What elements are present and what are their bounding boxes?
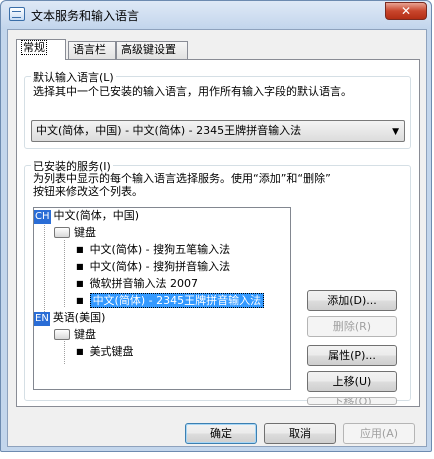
tree-item-label: 美式键盘 xyxy=(89,345,134,358)
keyboard-label: 键盘 xyxy=(74,226,96,239)
installed-services-tree[interactable]: CH 中文(简体，中国) 键盘 ■ 中文(简体) - 搜狗五笔输入法 ■ 中文(简体)… xyxy=(33,207,291,390)
chevron-down-icon: ▼ xyxy=(392,127,399,137)
tree-item-selected[interactable]: ■ 中文(简体) - 2345王牌拼音输入法 xyxy=(76,293,265,309)
window-title: 文本服务和输入语言 xyxy=(31,9,140,23)
default-language-label: 默认输入语言(L) xyxy=(31,69,116,85)
tree-line xyxy=(64,240,65,307)
tree-keyboard-english[interactable]: 键盘 xyxy=(54,327,96,343)
tree-lang-english[interactable]: EN 英语(美国) xyxy=(34,310,105,326)
tree-item-label: 中文(简体) - 搜狗五笔输入法 xyxy=(89,243,231,256)
properties-button[interactable]: 属性(P)... xyxy=(307,345,397,366)
ch-language-icon: CH xyxy=(34,210,51,224)
keyboard-app-icon xyxy=(9,7,25,21)
move-down-button[interactable]: 下移(O) xyxy=(307,397,397,405)
dialog-window: 文本服务和输入语言 ✕ 常规 语言栏 高级键设置 默认输入语言(L) 选择其中一… xyxy=(0,0,432,452)
dialog-client-area: 常规 语言栏 高级键设置 默认输入语言(L) 选择其中一个已安装的输入语言，用作… xyxy=(7,29,427,447)
move-up-button[interactable]: 上移(U) xyxy=(307,371,397,392)
tab-advanced-key-settings[interactable]: 高级键设置 xyxy=(116,41,188,59)
title-bar[interactable]: 文本服务和输入语言 ✕ xyxy=(1,1,431,29)
default-language-value: 中文(简体，中国) - 中文(简体) - 2345王牌拼音输入法 xyxy=(36,124,302,137)
keyboard-label: 键盘 xyxy=(74,328,96,341)
en-language-icon: EN xyxy=(34,312,50,326)
tree-item[interactable]: ■ 中文(简体) - 搜狗拼音输入法 xyxy=(76,259,230,275)
keyboard-icon xyxy=(54,328,70,340)
bullet-icon: ■ xyxy=(76,262,84,271)
bullet-icon: ■ xyxy=(76,347,84,356)
bullet-icon: ■ xyxy=(76,245,84,254)
tree-item[interactable]: ■ 微软拼音输入法 2007 xyxy=(76,276,198,292)
tab-page-general: 默认输入语言(L) 选择其中一个已安装的输入语言，用作所有输入字段的默认语言。 … xyxy=(16,59,420,407)
default-language-description: 选择其中一个已安装的输入语言，用作所有输入字段的默认语言。 xyxy=(33,85,352,98)
tree-item-label: 中文(简体) - 搜狗拼音输入法 xyxy=(89,260,231,273)
bullet-icon: ■ xyxy=(76,279,84,288)
tree-item[interactable]: ■ 美式键盘 xyxy=(76,344,134,360)
tab-language-bar[interactable]: 语言栏 xyxy=(68,41,116,59)
bullet-icon: ■ xyxy=(76,296,84,305)
tab-general[interactable]: 常规 xyxy=(16,39,66,60)
keyboard-icon xyxy=(54,226,70,238)
default-language-select[interactable]: 中文(简体，中国) - 中文(简体) - 2345王牌拼音输入法 ▼ xyxy=(31,120,405,142)
remove-button[interactable]: 删除(R) xyxy=(307,316,397,337)
tree-line xyxy=(44,222,45,322)
add-button[interactable]: 添加(D)... xyxy=(307,290,397,311)
tree-keyboard-chinese[interactable]: 键盘 xyxy=(54,225,96,241)
lang-label: 中文(简体，中国) xyxy=(53,209,140,222)
installed-services-description-1: 为列表中显示的每个输入语言选择服务。使用“添加”和“删除” xyxy=(33,172,331,185)
close-button[interactable]: ✕ xyxy=(385,2,427,20)
lang-label: 英语(美国) xyxy=(52,311,106,324)
apply-button[interactable]: 应用(A) xyxy=(343,423,415,444)
tree-lang-chinese[interactable]: CH 中文(简体，中国) xyxy=(34,208,139,224)
tree-item-label: 中文(简体) - 2345王牌拼音输入法 xyxy=(89,293,265,308)
tree-item[interactable]: ■ 中文(简体) - 搜狗五笔输入法 xyxy=(76,242,230,258)
tree-item-label: 微软拼音输入法 2007 xyxy=(89,277,199,290)
installed-services-description-2: 按钮来修改这个列表。 xyxy=(33,185,143,198)
cancel-button[interactable]: 取消 xyxy=(264,423,336,444)
ok-button[interactable]: 确定 xyxy=(185,423,257,444)
